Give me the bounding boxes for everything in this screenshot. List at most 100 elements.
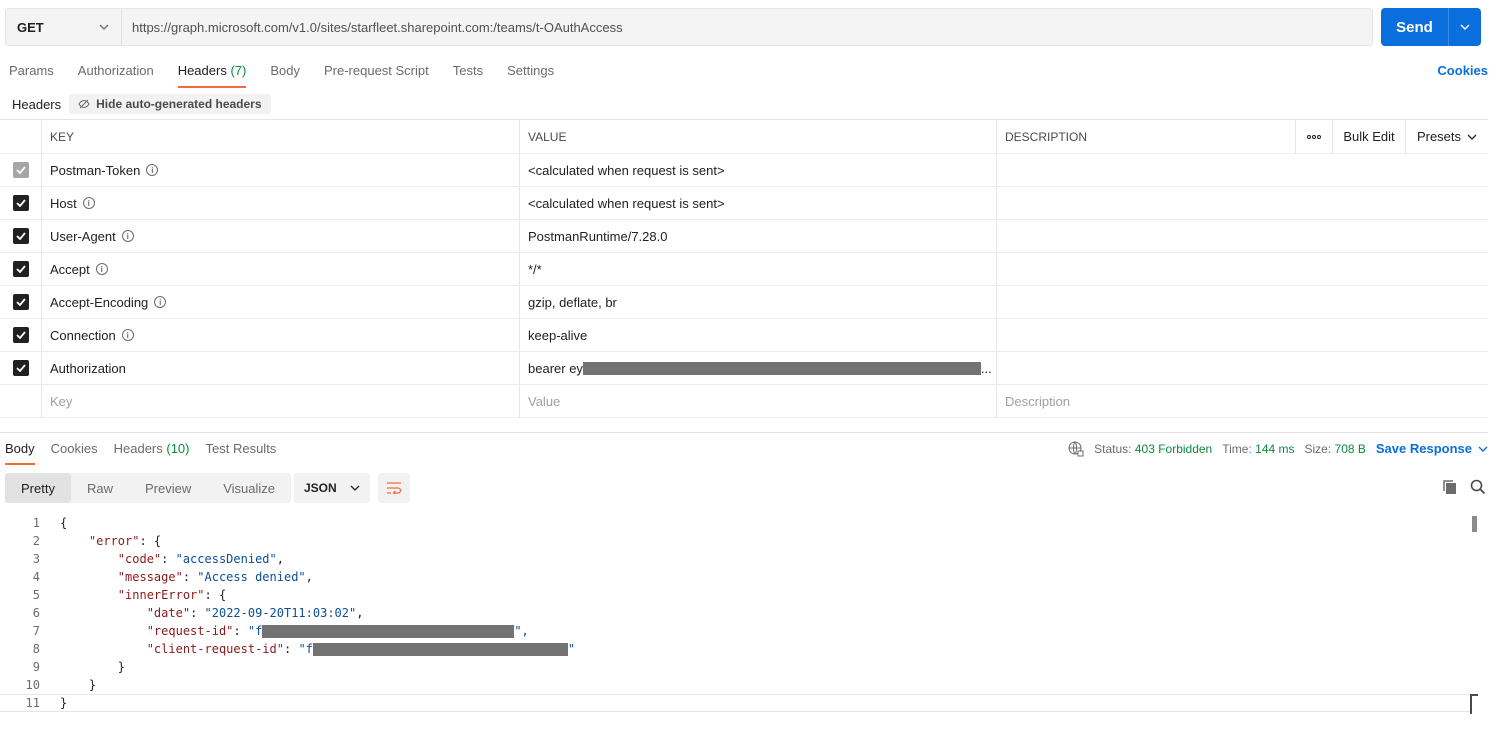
json-string: "2022-09-20T11:03:02" bbox=[204, 606, 357, 620]
format-select[interactable]: JSON bbox=[294, 473, 370, 503]
row-checkbox[interactable] bbox=[12, 327, 29, 343]
tab-headers-label: Headers bbox=[177, 63, 227, 78]
info-icon[interactable]: i bbox=[146, 164, 159, 176]
size-indicator[interactable]: Size: 708 B bbox=[1305, 442, 1366, 456]
tab-tests[interactable]: Tests bbox=[453, 62, 483, 88]
row-checkbox[interactable] bbox=[12, 261, 29, 277]
row-checkbox[interactable] bbox=[12, 162, 29, 178]
key-cell[interactable]: Host i bbox=[42, 187, 520, 219]
row-checkbox[interactable] bbox=[12, 294, 29, 310]
json-key: "client-request-id" bbox=[146, 642, 284, 656]
key-cell[interactable]: Postman-Token i bbox=[42, 154, 520, 186]
tab-settings[interactable]: Settings bbox=[507, 62, 554, 88]
info-icon[interactable]: i bbox=[121, 230, 134, 242]
search-icon[interactable] bbox=[1470, 479, 1486, 495]
time-indicator[interactable]: Time: 144 ms bbox=[1222, 442, 1294, 456]
description-cell[interactable] bbox=[997, 286, 1488, 318]
new-value-input[interactable]: Value bbox=[520, 385, 997, 417]
key-cell[interactable]: Accept-Encoding i bbox=[42, 286, 520, 318]
value-cell[interactable]: <calculated when request is sent> bbox=[520, 154, 997, 186]
table-row: Host i <calculated when request is sent> bbox=[0, 187, 1488, 220]
brace-close: } bbox=[117, 660, 126, 674]
table-tools: Bulk Edit Presets bbox=[1295, 120, 1488, 153]
key-cell[interactable]: Connection i bbox=[42, 319, 520, 351]
key-cell[interactable]: Authorization bbox=[42, 352, 520, 384]
json-key: "innerError" bbox=[117, 588, 205, 602]
description-cell[interactable] bbox=[997, 187, 1488, 219]
new-key-input[interactable]: Key bbox=[42, 385, 520, 417]
info-icon[interactable]: i bbox=[121, 329, 134, 341]
response-tab-cookies[interactable]: Cookies bbox=[51, 440, 98, 465]
status-indicator[interactable]: Status: 403 Forbidden bbox=[1094, 442, 1212, 456]
bulk-edit-button[interactable]: Bulk Edit bbox=[1332, 120, 1405, 153]
response-tab-body[interactable]: Body bbox=[5, 440, 35, 465]
row-checkbox[interactable] bbox=[12, 195, 29, 211]
copy-icon[interactable] bbox=[1442, 479, 1458, 495]
response-tab-test-results[interactable]: Test Results bbox=[206, 440, 277, 465]
tab-authorization[interactable]: Authorization bbox=[78, 62, 154, 88]
value-cell[interactable]: PostmanRuntime/7.28.0 bbox=[520, 220, 997, 252]
pane-divider[interactable] bbox=[0, 432, 1488, 433]
json-key: "error" bbox=[88, 534, 140, 548]
presets-dropdown[interactable]: Presets bbox=[1405, 120, 1488, 153]
info-icon[interactable]: i bbox=[95, 263, 108, 275]
description-cell[interactable] bbox=[997, 319, 1488, 351]
response-tab-headers[interactable]: Headers (10) bbox=[114, 440, 190, 465]
globe-icon[interactable] bbox=[1068, 441, 1084, 457]
code-scrollbar-thumb[interactable] bbox=[1472, 516, 1477, 532]
url-input[interactable]: https://graph.microsoft.com/v1.0/sites/s… bbox=[122, 9, 1372, 45]
headers-label: Headers bbox=[12, 96, 62, 112]
method-select[interactable]: GET bbox=[6, 9, 122, 45]
save-response-label: Save Response bbox=[1375, 441, 1472, 456]
header-key: Accept bbox=[50, 261, 90, 277]
wrap-lines-button[interactable] bbox=[378, 473, 410, 503]
value-cell[interactable]: */* bbox=[520, 253, 997, 285]
tab-body[interactable]: Body bbox=[270, 62, 300, 88]
code-line-current: 11} bbox=[0, 694, 1470, 712]
description-cell[interactable] bbox=[997, 352, 1488, 384]
value-cell[interactable]: bearer ey ... bbox=[520, 352, 997, 384]
info-icon[interactable]: i bbox=[82, 197, 95, 209]
json-key: "message" bbox=[117, 570, 183, 584]
url-text: https://graph.microsoft.com/v1.0/sites/s… bbox=[132, 19, 623, 35]
value-cell[interactable]: gzip, deflate, br bbox=[520, 286, 997, 318]
new-description-input[interactable]: Description bbox=[997, 385, 1488, 417]
value-cell[interactable]: <calculated when request is sent> bbox=[520, 187, 997, 219]
more-horizontal-icon bbox=[1307, 134, 1321, 139]
line-number: 3 bbox=[32, 552, 40, 566]
description-cell[interactable] bbox=[997, 154, 1488, 186]
redacted-request-id bbox=[262, 625, 515, 638]
description-cell[interactable] bbox=[997, 253, 1488, 285]
view-tab-visualize[interactable]: Visualize bbox=[207, 473, 291, 503]
cookies-link[interactable]: Cookies bbox=[1437, 63, 1488, 78]
key-cell[interactable]: Accept i bbox=[42, 253, 520, 285]
key-cell[interactable]: User-Agent i bbox=[42, 220, 520, 252]
auth-value-prefix: bearer ey bbox=[528, 360, 583, 376]
response-body-code[interactable]: 1{ 2 "error": { 3 "code": "accessDenied"… bbox=[0, 514, 1470, 712]
row-checkbox-cell bbox=[0, 187, 42, 219]
view-tab-pretty[interactable]: Pretty bbox=[5, 473, 71, 503]
brace-close: } bbox=[60, 696, 68, 710]
save-response-button[interactable]: Save Response bbox=[1376, 441, 1488, 456]
description-cell[interactable] bbox=[997, 220, 1488, 252]
row-checkbox[interactable] bbox=[12, 360, 29, 376]
code-line: 1{ bbox=[0, 514, 1470, 532]
json-key: "request-id" bbox=[146, 624, 234, 638]
info-icon[interactable]: i bbox=[154, 296, 167, 308]
view-tab-preview[interactable]: Preview bbox=[129, 473, 207, 503]
tab-params[interactable]: Params bbox=[9, 62, 54, 88]
view-tab-raw[interactable]: Raw bbox=[71, 473, 129, 503]
send-dropdown[interactable] bbox=[1448, 8, 1481, 46]
check-icon bbox=[15, 298, 26, 306]
status-value: 403 Forbidden bbox=[1134, 441, 1213, 456]
check-icon bbox=[15, 331, 26, 339]
more-options-button[interactable] bbox=[1295, 120, 1332, 153]
value-cell[interactable]: keep-alive bbox=[520, 319, 997, 351]
tab-headers[interactable]: Headers (7) bbox=[177, 62, 246, 88]
row-checkbox-cell bbox=[0, 154, 42, 186]
resize-handle[interactable] bbox=[1470, 694, 1478, 714]
tab-prerequest[interactable]: Pre-request Script bbox=[324, 62, 429, 88]
row-checkbox[interactable] bbox=[12, 228, 29, 244]
send-button[interactable]: Send bbox=[1381, 8, 1448, 46]
hide-auto-headers-button[interactable]: Hide auto-generated headers bbox=[69, 94, 271, 114]
